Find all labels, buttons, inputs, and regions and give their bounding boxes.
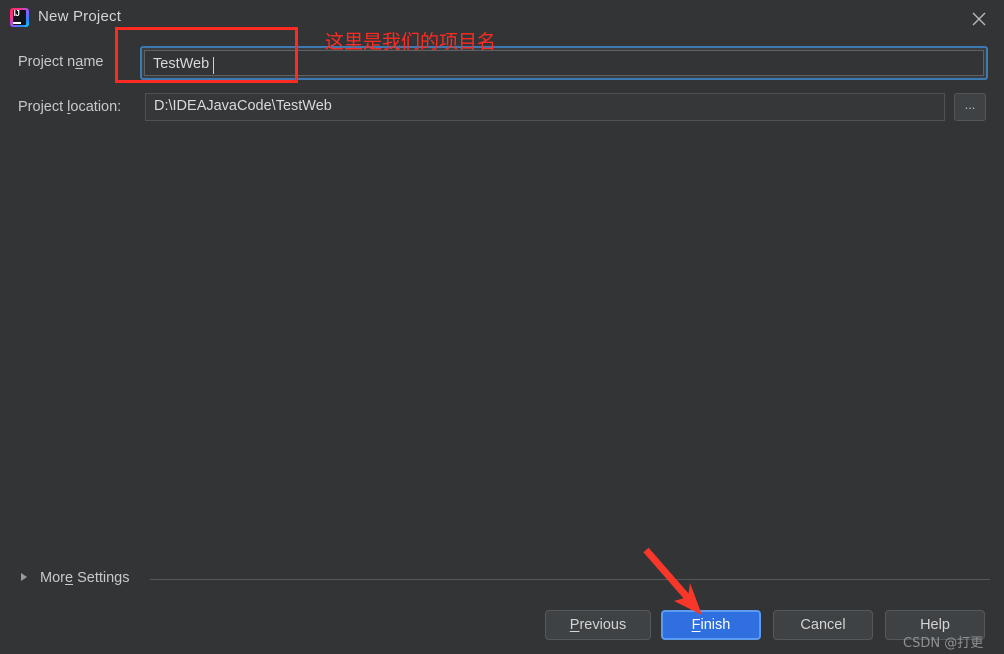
intellij-idea-icon: IJ [10,8,29,27]
title-bar: IJ New Project [0,0,1004,36]
app-icon-text: IJ [13,9,20,18]
project-name-input-inner: TestWeb [144,50,984,76]
new-project-dialog: IJ New Project Project name TestWeb Proj… [0,0,1004,654]
window-title: New Project [38,8,122,25]
cancel-button[interactable]: Cancel [773,610,873,640]
more-settings-toggle[interactable]: More Settings [18,568,990,592]
project-location-input[interactable]: D:\IDEAJavaCode\TestWeb [145,93,945,121]
more-settings-label: More Settings [40,570,130,586]
close-icon[interactable] [962,4,996,32]
project-name-value: TestWeb [153,56,210,72]
chevron-right-icon [21,573,27,581]
help-button[interactable]: Help [885,610,985,640]
browse-button[interactable]: ... [954,93,986,121]
text-caret [213,57,214,74]
finish-button[interactable]: Finish [661,610,761,640]
project-name-input[interactable]: TestWeb [140,46,988,80]
project-location-label: Project location: [18,99,122,115]
project-location-value: D:\IDEAJavaCode\TestWeb [154,98,332,114]
project-name-label: Project name [18,54,104,70]
previous-button[interactable]: Previous [545,610,651,640]
section-divider [150,579,990,580]
